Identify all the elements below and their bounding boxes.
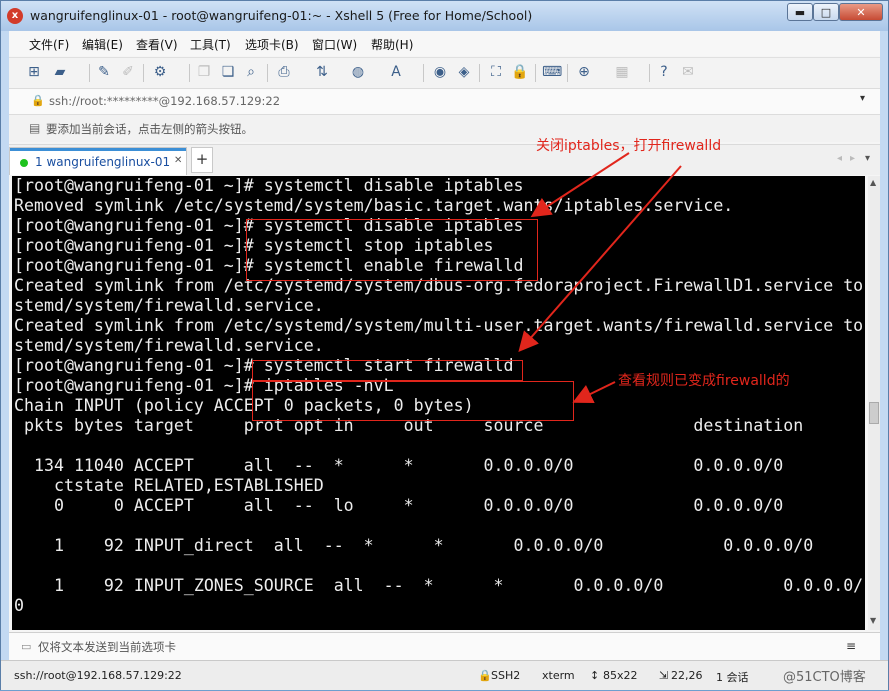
annotation-arrows	[518, 152, 682, 403]
annotation-right: 查看规则已变成firewalld的	[618, 373, 790, 389]
xshell-window: x wangruifenglinux-01 - root@wangruifeng…	[0, 0, 889, 690]
annotation-top: 关闭iptables，打开firewalld	[536, 138, 722, 154]
